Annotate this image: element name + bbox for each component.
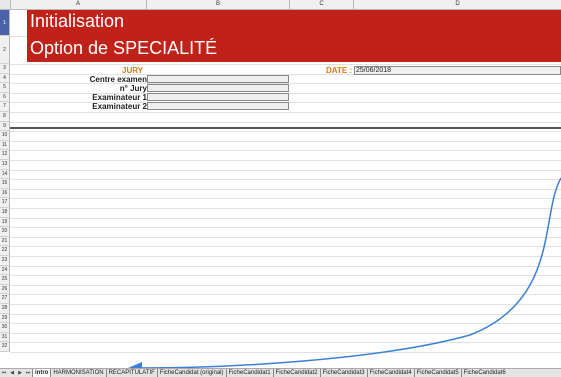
arrow-path xyxy=(139,177,561,369)
curved-arrow-icon xyxy=(128,177,561,375)
